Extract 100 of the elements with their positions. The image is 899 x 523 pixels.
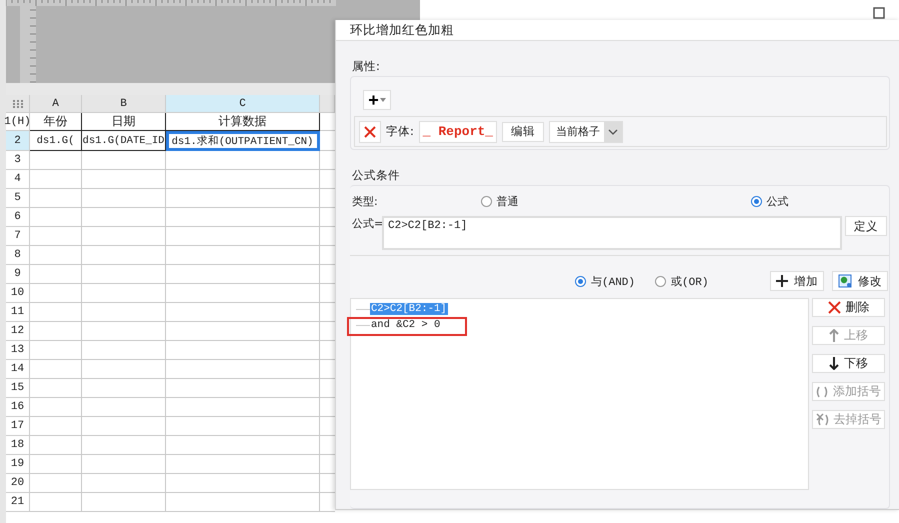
- table-cell[interactable]: [166, 189, 320, 208]
- table-cell[interactable]: [82, 227, 166, 246]
- table-cell[interactable]: 年份: [30, 113, 82, 131]
- column-header[interactable]: A: [30, 95, 82, 113]
- table-cell[interactable]: [82, 398, 166, 417]
- table-cell[interactable]: [82, 151, 166, 170]
- square-icon[interactable]: [873, 7, 885, 19]
- table-cell[interactable]: [166, 379, 320, 398]
- table-cell[interactable]: [30, 227, 82, 246]
- add-button[interactable]: 增加: [770, 271, 824, 291]
- table-cell[interactable]: [30, 303, 82, 322]
- row-header[interactable]: 12: [6, 322, 30, 341]
- table-cell[interactable]: [30, 208, 82, 227]
- row-header[interactable]: 15: [6, 379, 30, 398]
- table-cell[interactable]: [166, 284, 320, 303]
- table-cell[interactable]: [30, 417, 82, 436]
- table-cell[interactable]: [30, 284, 82, 303]
- row-header[interactable]: 3: [6, 151, 30, 170]
- row-header[interactable]: 14: [6, 360, 30, 379]
- table-cell[interactable]: ds1.求和(OUTPATIENT_CN): [166, 131, 320, 151]
- down-button[interactable]: 下移: [812, 354, 885, 373]
- table-cell[interactable]: [30, 151, 82, 170]
- delete-button[interactable]: 删除: [812, 298, 885, 317]
- table-cell[interactable]: [166, 455, 320, 474]
- table-cell[interactable]: [82, 303, 166, 322]
- table-cell[interactable]: [82, 246, 166, 265]
- table-cell[interactable]: [82, 455, 166, 474]
- table-cell[interactable]: [30, 189, 82, 208]
- table-cell[interactable]: [166, 417, 320, 436]
- table-cell[interactable]: 计算数据: [166, 113, 320, 131]
- row-header[interactable]: 20: [6, 474, 30, 493]
- table-cell[interactable]: [166, 151, 320, 170]
- table-cell[interactable]: [166, 227, 320, 246]
- table-cell[interactable]: [30, 436, 82, 455]
- column-header[interactable]: B: [82, 95, 166, 113]
- table-cell[interactable]: [166, 208, 320, 227]
- table-cell[interactable]: [82, 189, 166, 208]
- table-cell[interactable]: [82, 379, 166, 398]
- table-cell[interactable]: [82, 417, 166, 436]
- table-cell[interactable]: [166, 360, 320, 379]
- table-cell[interactable]: [166, 474, 320, 493]
- table-cell[interactable]: [82, 360, 166, 379]
- table-cell[interactable]: [82, 493, 166, 512]
- column-header[interactable]: [320, 95, 335, 113]
- table-cell[interactable]: [30, 265, 82, 284]
- table-cell[interactable]: [166, 265, 320, 284]
- row-header[interactable]: 16: [6, 398, 30, 417]
- table-cell[interactable]: [30, 398, 82, 417]
- table-cell[interactable]: [30, 322, 82, 341]
- row-header[interactable]: 1(H): [6, 113, 30, 131]
- add-dropdown-button[interactable]: +: [363, 90, 391, 110]
- table-cell[interactable]: [30, 474, 82, 493]
- table-cell[interactable]: [166, 436, 320, 455]
- table-cell[interactable]: 日期: [82, 113, 166, 131]
- row-header[interactable]: 6: [6, 208, 30, 227]
- table-cell[interactable]: [82, 284, 166, 303]
- table-cell[interactable]: [166, 493, 320, 512]
- define-button[interactable]: 定义: [845, 216, 887, 236]
- table-cell[interactable]: [82, 208, 166, 227]
- table-cell[interactable]: [166, 341, 320, 360]
- table-cell[interactable]: ds1.G(: [30, 131, 82, 151]
- table-cell[interactable]: [30, 246, 82, 265]
- table-cell[interactable]: [82, 322, 166, 341]
- row-header[interactable]: 10: [6, 284, 30, 303]
- row-header[interactable]: 8: [6, 246, 30, 265]
- row-header[interactable]: 9: [6, 265, 30, 284]
- table-cell[interactable]: [30, 341, 82, 360]
- row-header[interactable]: 7: [6, 227, 30, 246]
- delete-button[interactable]: [359, 120, 381, 142]
- row-header[interactable]: 4: [6, 170, 30, 189]
- row-header[interactable]: 18: [6, 436, 30, 455]
- table-cell[interactable]: [30, 493, 82, 512]
- radio-button[interactable]: [655, 276, 666, 286]
- table-cell[interactable]: [82, 474, 166, 493]
- table-cell[interactable]: [166, 170, 320, 189]
- row-header[interactable]: 13: [6, 341, 30, 360]
- table-cell[interactable]: [82, 170, 166, 189]
- table-cell[interactable]: [30, 455, 82, 474]
- table-cell[interactable]: [82, 341, 166, 360]
- row-header[interactable]: 5: [6, 189, 30, 208]
- table-cell[interactable]: [166, 322, 320, 341]
- table-cell[interactable]: ds1.G(DATE_ID: [82, 131, 166, 151]
- row-header[interactable]: 11: [6, 303, 30, 322]
- table-cell[interactable]: [30, 170, 82, 189]
- formula-field[interactable]: C2>C2[B2:-1]: [382, 216, 842, 250]
- row-header[interactable]: 2: [6, 131, 30, 151]
- radio-button[interactable]: [480, 196, 492, 206]
- edit-button[interactable]: 编辑: [502, 122, 544, 142]
- table-cell[interactable]: [30, 379, 82, 398]
- table-cell[interactable]: [166, 246, 320, 265]
- scope-dropdown[interactable]: 当前格子: [548, 120, 623, 142]
- column-header[interactable]: C: [166, 95, 320, 113]
- condition-item[interactable]: and &C2 > 0: [370, 319, 442, 331]
- table-cell[interactable]: [30, 360, 82, 379]
- table-cell[interactable]: [82, 436, 166, 455]
- radio-button[interactable]: [750, 196, 762, 206]
- radio-button[interactable]: [575, 276, 586, 286]
- modify-button[interactable]: 修改: [832, 271, 888, 291]
- row-header[interactable]: 19: [6, 455, 30, 474]
- table-cell[interactable]: [166, 398, 320, 417]
